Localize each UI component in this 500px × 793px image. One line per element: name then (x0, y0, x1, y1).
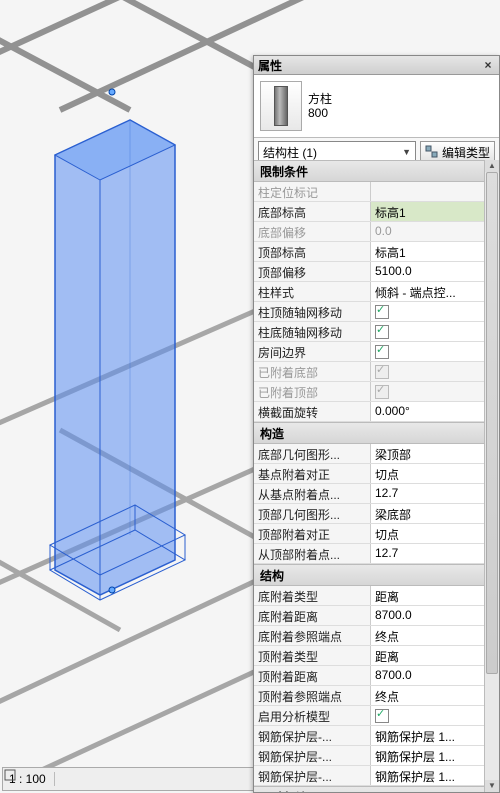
property-list: 限制条件⌃ 柱定位标记 底部标高标高1 底部偏移0.0 顶部标高标高1 顶部偏移… (254, 160, 499, 792)
edit-type-icon (425, 145, 439, 159)
prop-value[interactable]: 终点 (371, 686, 499, 705)
prop-label: 顶部附着对正 (254, 524, 371, 543)
selected-column[interactable] (50, 89, 185, 600)
panel-title-text: 属性 (258, 57, 481, 74)
prop-label: 顶附着距离 (254, 666, 371, 685)
prop-label: 顶部标高 (254, 242, 371, 261)
prop-value[interactable]: 梁底部 (371, 504, 499, 523)
scroll-down-icon[interactable]: ▼ (485, 780, 499, 792)
prop-value[interactable] (371, 302, 499, 321)
checkbox-icon (375, 305, 389, 319)
prop-label: 柱样式 (254, 282, 371, 301)
prop-label: 顶附着参照端点 (254, 686, 371, 705)
prop-value[interactable]: 切点 (371, 524, 499, 543)
prop-value[interactable]: 标高1 (371, 242, 499, 261)
checkbox-icon (375, 365, 389, 379)
family-name: 方柱 (308, 92, 332, 106)
group-construction[interactable]: 构造⌃ (254, 422, 499, 444)
group-structural[interactable]: 结构⌃ (254, 564, 499, 586)
prop-label: 启用分析模型 (254, 706, 371, 725)
prop-value[interactable] (371, 706, 499, 725)
prop-value[interactable]: 切点 (371, 464, 499, 483)
prop-label: 底部偏移 (254, 222, 371, 241)
prop-value[interactable]: 距离 (371, 586, 499, 605)
prop-label: 钢筋保护层-... (254, 726, 371, 745)
prop-label: 已附着底部 (254, 362, 371, 381)
prop-value[interactable]: 钢筋保护层 1... (371, 746, 499, 765)
group-dimensions[interactable]: 尺寸标注⌃ (254, 786, 499, 792)
prop-value[interactable]: 距离 (371, 646, 499, 665)
prop-value[interactable]: 8700.0 (371, 666, 499, 685)
close-icon[interactable]: × (481, 58, 495, 72)
prop-value[interactable]: 终点 (371, 626, 499, 645)
prop-label: 钢筋保护层-... (254, 746, 371, 765)
prop-value[interactable]: 梁顶部 (371, 444, 499, 463)
prop-label: 横截面旋转 (254, 402, 371, 421)
type-selector[interactable]: 方柱 800 (254, 75, 499, 138)
prop-label: 顶部几何图形... (254, 504, 371, 523)
prop-value[interactable] (371, 342, 499, 361)
prop-value[interactable]: 8700.0 (371, 606, 499, 625)
prop-label: 柱底随轴网移动 (254, 322, 371, 341)
prop-value[interactable] (371, 322, 499, 341)
prop-label: 底附着类型 (254, 586, 371, 605)
chevron-down-icon: ▼ (402, 147, 411, 157)
prop-value[interactable]: 标高1 (371, 202, 499, 221)
visual-style-icon[interactable] (3, 768, 17, 782)
prop-label: 底部几何图形... (254, 444, 371, 463)
checkbox-icon (375, 345, 389, 359)
prop-label: 底部标高 (254, 202, 371, 221)
prop-value[interactable]: 0.000° (371, 402, 499, 421)
prop-value[interactable]: 钢筋保护层 1... (371, 766, 499, 785)
prop-label: 柱定位标记 (254, 182, 371, 201)
scroll-up-icon[interactable]: ▲ (485, 160, 499, 172)
prop-value (371, 182, 499, 201)
prop-value (371, 382, 499, 401)
scrollbar[interactable]: ▲ ▼ (484, 160, 499, 792)
prop-label: 基点附着对正 (254, 464, 371, 483)
prop-label: 顶部偏移 (254, 262, 371, 281)
properties-panel: 属性 × 方柱 800 结构柱 (1) ▼ 编辑类型 限制条件⌃ 柱定位标记 底… (253, 55, 500, 793)
scrollbar-thumb[interactable] (486, 172, 498, 674)
prop-label: 从基点附着点... (254, 484, 371, 503)
edit-type-label: 编辑类型 (442, 144, 490, 161)
prop-value[interactable]: 5100.0 (371, 262, 499, 281)
prop-value[interactable]: 钢筋保护层 1... (371, 726, 499, 745)
prop-label: 顶附着类型 (254, 646, 371, 665)
prop-value (371, 362, 499, 381)
checkbox-icon (375, 385, 389, 399)
prop-label: 已附着顶部 (254, 382, 371, 401)
prop-label: 柱顶随轴网移动 (254, 302, 371, 321)
prop-label: 钢筋保护层-... (254, 766, 371, 785)
group-constraints[interactable]: 限制条件⌃ (254, 160, 499, 182)
checkbox-icon (375, 709, 389, 723)
prop-value: 0.0 (371, 222, 499, 241)
type-text: 方柱 800 (308, 92, 332, 120)
prop-label: 从顶部附着点... (254, 544, 371, 563)
panel-titlebar[interactable]: 属性 × (254, 56, 499, 75)
instance-filter-value: 结构柱 (1) (263, 144, 317, 161)
prop-value[interactable]: 12.7 (371, 544, 499, 563)
prop-value[interactable]: 倾斜 - 端点控... (371, 282, 499, 301)
type-thumbnail (260, 81, 302, 131)
type-size: 800 (308, 106, 332, 120)
prop-label: 底附着参照端点 (254, 626, 371, 645)
prop-label: 底附着距离 (254, 606, 371, 625)
prop-value[interactable]: 12.7 (371, 484, 499, 503)
view-status-bar: 1 : 100 (2, 767, 264, 791)
prop-label: 房间边界 (254, 342, 371, 361)
checkbox-icon (375, 325, 389, 339)
